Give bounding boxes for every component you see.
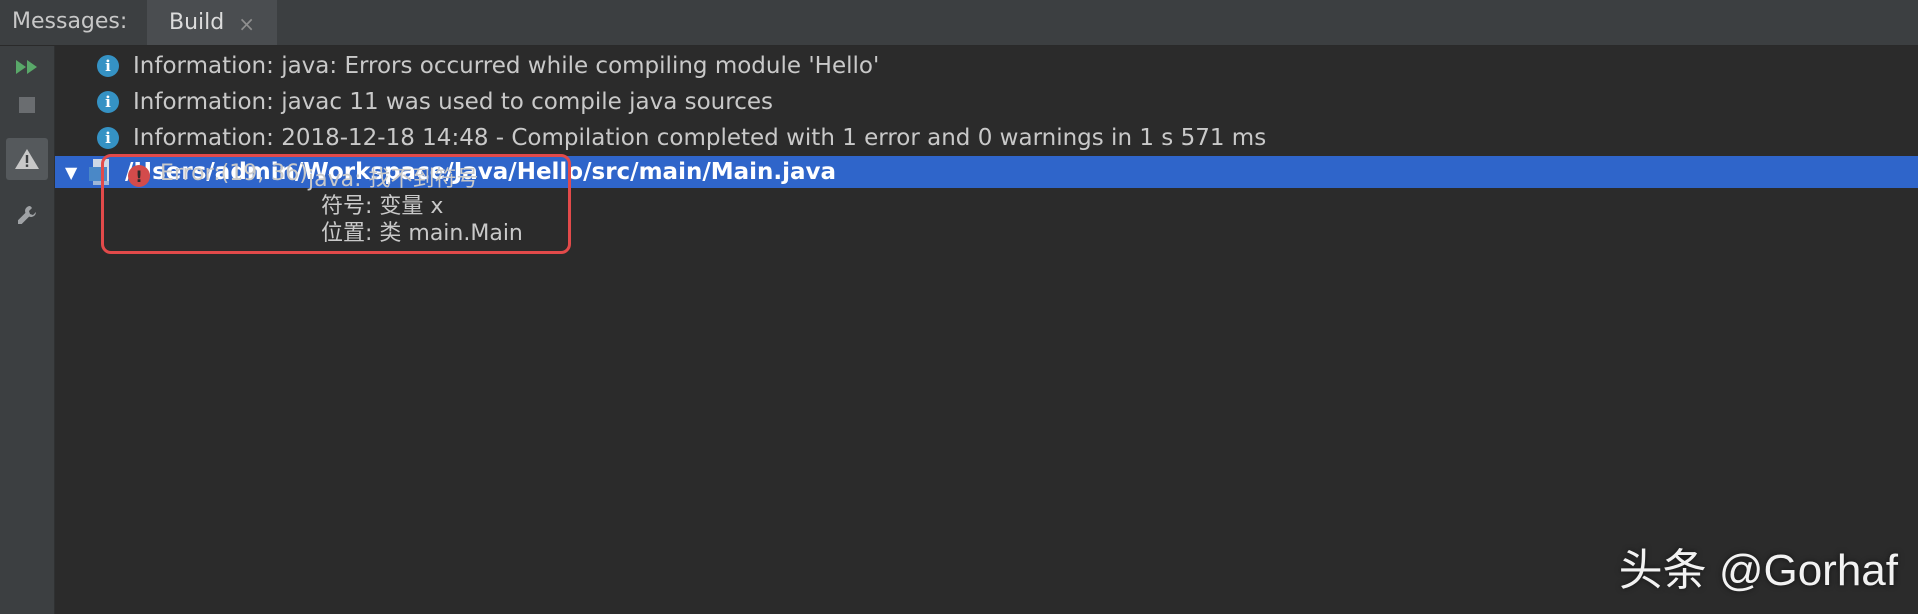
list-item[interactable]: i Information: javac 11 was used to comp… — [55, 84, 1918, 120]
info-icon: i — [97, 91, 119, 113]
info-icon: i — [97, 55, 119, 77]
tab-build-label: Build — [169, 10, 225, 35]
message-text: Information: 2018-12-18 14:48 - Compilat… — [133, 125, 1267, 151]
message-text: Information: java: Errors occurred while… — [133, 53, 880, 79]
messages-tree: i Information: java: Errors occurred whi… — [55, 46, 1918, 614]
build-messages-panel: Messages: Build × i Information: java: E… — [0, 0, 1918, 614]
error-highlight-box: ! Error:(19, 36) java: 找不到符号 符号: 变量 x 位置… — [101, 154, 571, 254]
rerun-icon — [16, 60, 37, 74]
stop-icon — [19, 97, 35, 113]
wrench-icon — [18, 206, 36, 224]
error-icon: ! — [128, 165, 150, 187]
warning-icon — [15, 149, 39, 169]
message-text: Information: javac 11 was used to compil… — [133, 89, 773, 115]
show-warnings-button[interactable] — [6, 138, 48, 180]
chevron-down-icon[interactable]: ▼ — [65, 163, 83, 182]
settings-button[interactable] — [6, 194, 48, 236]
tool-strip — [0, 46, 55, 614]
list-item[interactable]: i Information: java: Errors occurred whi… — [55, 48, 1918, 84]
error-position: 位置: 类 main.Main — [321, 221, 523, 246]
rerun-button[interactable] — [6, 46, 48, 88]
list-item[interactable]: i Information: 2018-12-18 14:48 - Compil… — [55, 120, 1918, 156]
error-location[interactable]: Error:(19, 36) — [160, 161, 308, 186]
tab-build[interactable]: Build × — [147, 0, 277, 45]
stop-button[interactable] — [6, 84, 48, 126]
messages-label: Messages: — [12, 9, 128, 34]
watermark: 头条 @Gorhaf — [1618, 546, 1898, 595]
close-icon[interactable]: × — [238, 14, 255, 34]
info-icon: i — [97, 127, 119, 149]
tool-window-header: Messages: Build × — [0, 0, 1918, 46]
